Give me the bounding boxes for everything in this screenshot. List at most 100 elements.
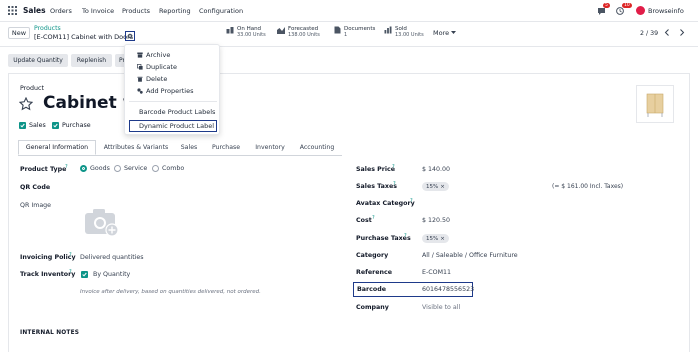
tab-purchase[interactable]: Purchase xyxy=(207,140,245,155)
help-icon[interactable]: ? xyxy=(392,164,395,170)
track-inventory-value[interactable]: By Quantity xyxy=(93,271,130,278)
activity-icon[interactable] xyxy=(597,7,606,15)
more-button[interactable]: More xyxy=(433,29,457,37)
menu-item-barcode-labels[interactable]: Barcode Product Labels xyxy=(139,108,215,116)
copy-icon xyxy=(137,64,143,70)
product-type-goods[interactable]: Goods xyxy=(80,165,110,172)
pager-value[interactable]: 2 / 39 xyxy=(640,30,658,37)
sales-checkbox-field[interactable]: Sales xyxy=(19,122,46,129)
radio-goods[interactable] xyxy=(80,165,87,172)
smart-button-forecasted[interactable]: Forecasted 138.00 Units xyxy=(277,26,320,42)
purchase-checkbox-field[interactable]: Purchase xyxy=(52,122,91,129)
purchase-checkbox[interactable] xyxy=(52,122,59,129)
reference-label: Reference xyxy=(356,269,392,276)
product-image[interactable] xyxy=(636,85,674,123)
smart-button-documents[interactable]: Documents 1 xyxy=(334,26,375,42)
qr-image-label: QR Image xyxy=(20,202,52,209)
user-name[interactable]: Browseinfo xyxy=(648,7,684,15)
smart-button-sold[interactable]: Sold 13.00 Units xyxy=(384,26,424,42)
sales-price-value[interactable]: $ 140.00 xyxy=(422,166,450,173)
menu-item-duplicate[interactable]: Duplicate xyxy=(137,63,177,71)
menu-item-add-properties[interactable]: Add Properties xyxy=(137,87,194,95)
menu-reporting[interactable]: Reporting xyxy=(159,7,191,15)
help-icon[interactable]: ? xyxy=(410,198,413,204)
menu-item-archive[interactable]: Archive xyxy=(137,51,170,59)
menu-to-invoice[interactable]: To Invoice xyxy=(82,7,114,15)
boxes-icon xyxy=(226,27,234,34)
help-icon[interactable]: ? xyxy=(65,164,68,170)
product-field-label: Product xyxy=(20,85,44,92)
product-type-combo[interactable]: Combo xyxy=(152,165,184,172)
tab-accounting[interactable]: Accounting xyxy=(293,140,341,155)
help-icon[interactable]: ? xyxy=(69,269,72,275)
menu-item-delete[interactable]: Delete xyxy=(137,75,167,83)
category-label: Category xyxy=(356,252,389,259)
activity-count-badge: 5 xyxy=(603,3,610,8)
menu-item-dynamic-product-label[interactable]: Dynamic Product Label xyxy=(139,122,214,130)
update-quantity-button[interactable]: Update Quantity xyxy=(8,54,68,67)
help-icon[interactable]: ? xyxy=(404,233,407,239)
camera-upload-icon[interactable] xyxy=(84,207,120,237)
trash-icon xyxy=(137,76,143,82)
menu-orders[interactable]: Orders xyxy=(50,7,72,15)
apps-menu-icon[interactable] xyxy=(8,6,17,15)
menu-products[interactable]: Products xyxy=(122,7,150,15)
track-inventory-label: Track Inventory xyxy=(20,271,76,278)
cost-value[interactable]: $ 120.50 xyxy=(422,217,450,224)
combo-label: Combo xyxy=(162,165,185,172)
avatax-category-label: Avatax Category xyxy=(356,200,415,207)
clock-icon[interactable] xyxy=(616,7,624,15)
documents-label: Documents xyxy=(344,26,376,32)
invoicing-note: Invoice after delivery, based on quantit… xyxy=(80,289,261,295)
new-button[interactable]: New xyxy=(8,27,30,39)
sales-tax-badge[interactable]: 15% × xyxy=(422,182,449,191)
radio-service[interactable] xyxy=(114,165,121,172)
user-avatar[interactable] xyxy=(636,6,645,15)
pager-next-icon[interactable] xyxy=(679,29,685,36)
duplicate-label: Duplicate xyxy=(146,63,177,71)
remove-icon[interactable]: × xyxy=(440,184,445,190)
tab-sales[interactable]: Sales xyxy=(175,140,203,155)
invoicing-policy-value[interactable]: Delivered quantities xyxy=(80,254,144,261)
gear-dropdown-menu: Archive Duplicate Delete Add Properties … xyxy=(124,44,220,135)
barcode-label: Barcode xyxy=(357,286,386,293)
help-icon[interactable]: ? xyxy=(393,181,396,187)
archive-icon xyxy=(137,52,143,58)
forecasted-value: 138.00 Units xyxy=(288,32,320,38)
breadcrumb-parent[interactable]: Products xyxy=(34,25,61,32)
incl-taxes-value: (= $ 161.00 Incl. Taxes) xyxy=(552,183,624,190)
invoicing-policy-label: Invoicing Policy xyxy=(20,254,76,261)
category-value[interactable]: All / Saleable / Office Furniture xyxy=(422,252,518,259)
message-count-badge: 10 xyxy=(622,3,632,8)
sales-checkbox[interactable] xyxy=(19,122,26,129)
favorite-star-icon[interactable] xyxy=(19,97,33,111)
company-value[interactable]: Visible to all xyxy=(422,304,460,311)
control-divider xyxy=(0,46,698,47)
pager-prev-icon[interactable] xyxy=(664,29,670,36)
cost-label: Cost xyxy=(356,217,372,224)
documents-value: 1 xyxy=(344,32,348,38)
tab-attributes-variants[interactable]: Attributes & Variants xyxy=(98,140,174,155)
help-icon[interactable]: ? xyxy=(372,215,375,221)
purchase-taxes-label: Purchase Taxes xyxy=(356,235,411,242)
internal-notes-heading: INTERNAL NOTES xyxy=(20,330,80,336)
purchase-tax-badge-label: 15% xyxy=(426,235,439,242)
replenish-button[interactable]: Replenish xyxy=(71,54,112,67)
smart-button-on-hand[interactable]: On Hand 33.00 Units xyxy=(226,26,266,42)
help-icon[interactable]: ? xyxy=(69,252,72,258)
menu-configuration[interactable]: Configuration xyxy=(199,7,243,15)
purchase-tax-badge[interactable]: 15% × xyxy=(422,234,449,243)
remove-icon[interactable]: × xyxy=(440,236,445,242)
tab-inventory[interactable]: Inventory xyxy=(249,140,291,155)
gear-icon[interactable] xyxy=(125,31,135,41)
track-inventory-checkbox[interactable] xyxy=(81,271,88,278)
service-label: Service xyxy=(124,165,148,172)
reference-value[interactable]: E-COM11 xyxy=(422,269,451,276)
barcode-value[interactable]: 6016478556523 xyxy=(422,286,474,293)
more-label: More xyxy=(433,29,450,37)
app-name[interactable]: Sales xyxy=(23,6,46,15)
radio-combo[interactable] xyxy=(152,165,159,172)
product-type-service[interactable]: Service xyxy=(114,165,147,172)
tab-general-information[interactable]: General Information xyxy=(18,140,96,155)
barcode-labels-label: Barcode Product Labels xyxy=(139,108,216,116)
